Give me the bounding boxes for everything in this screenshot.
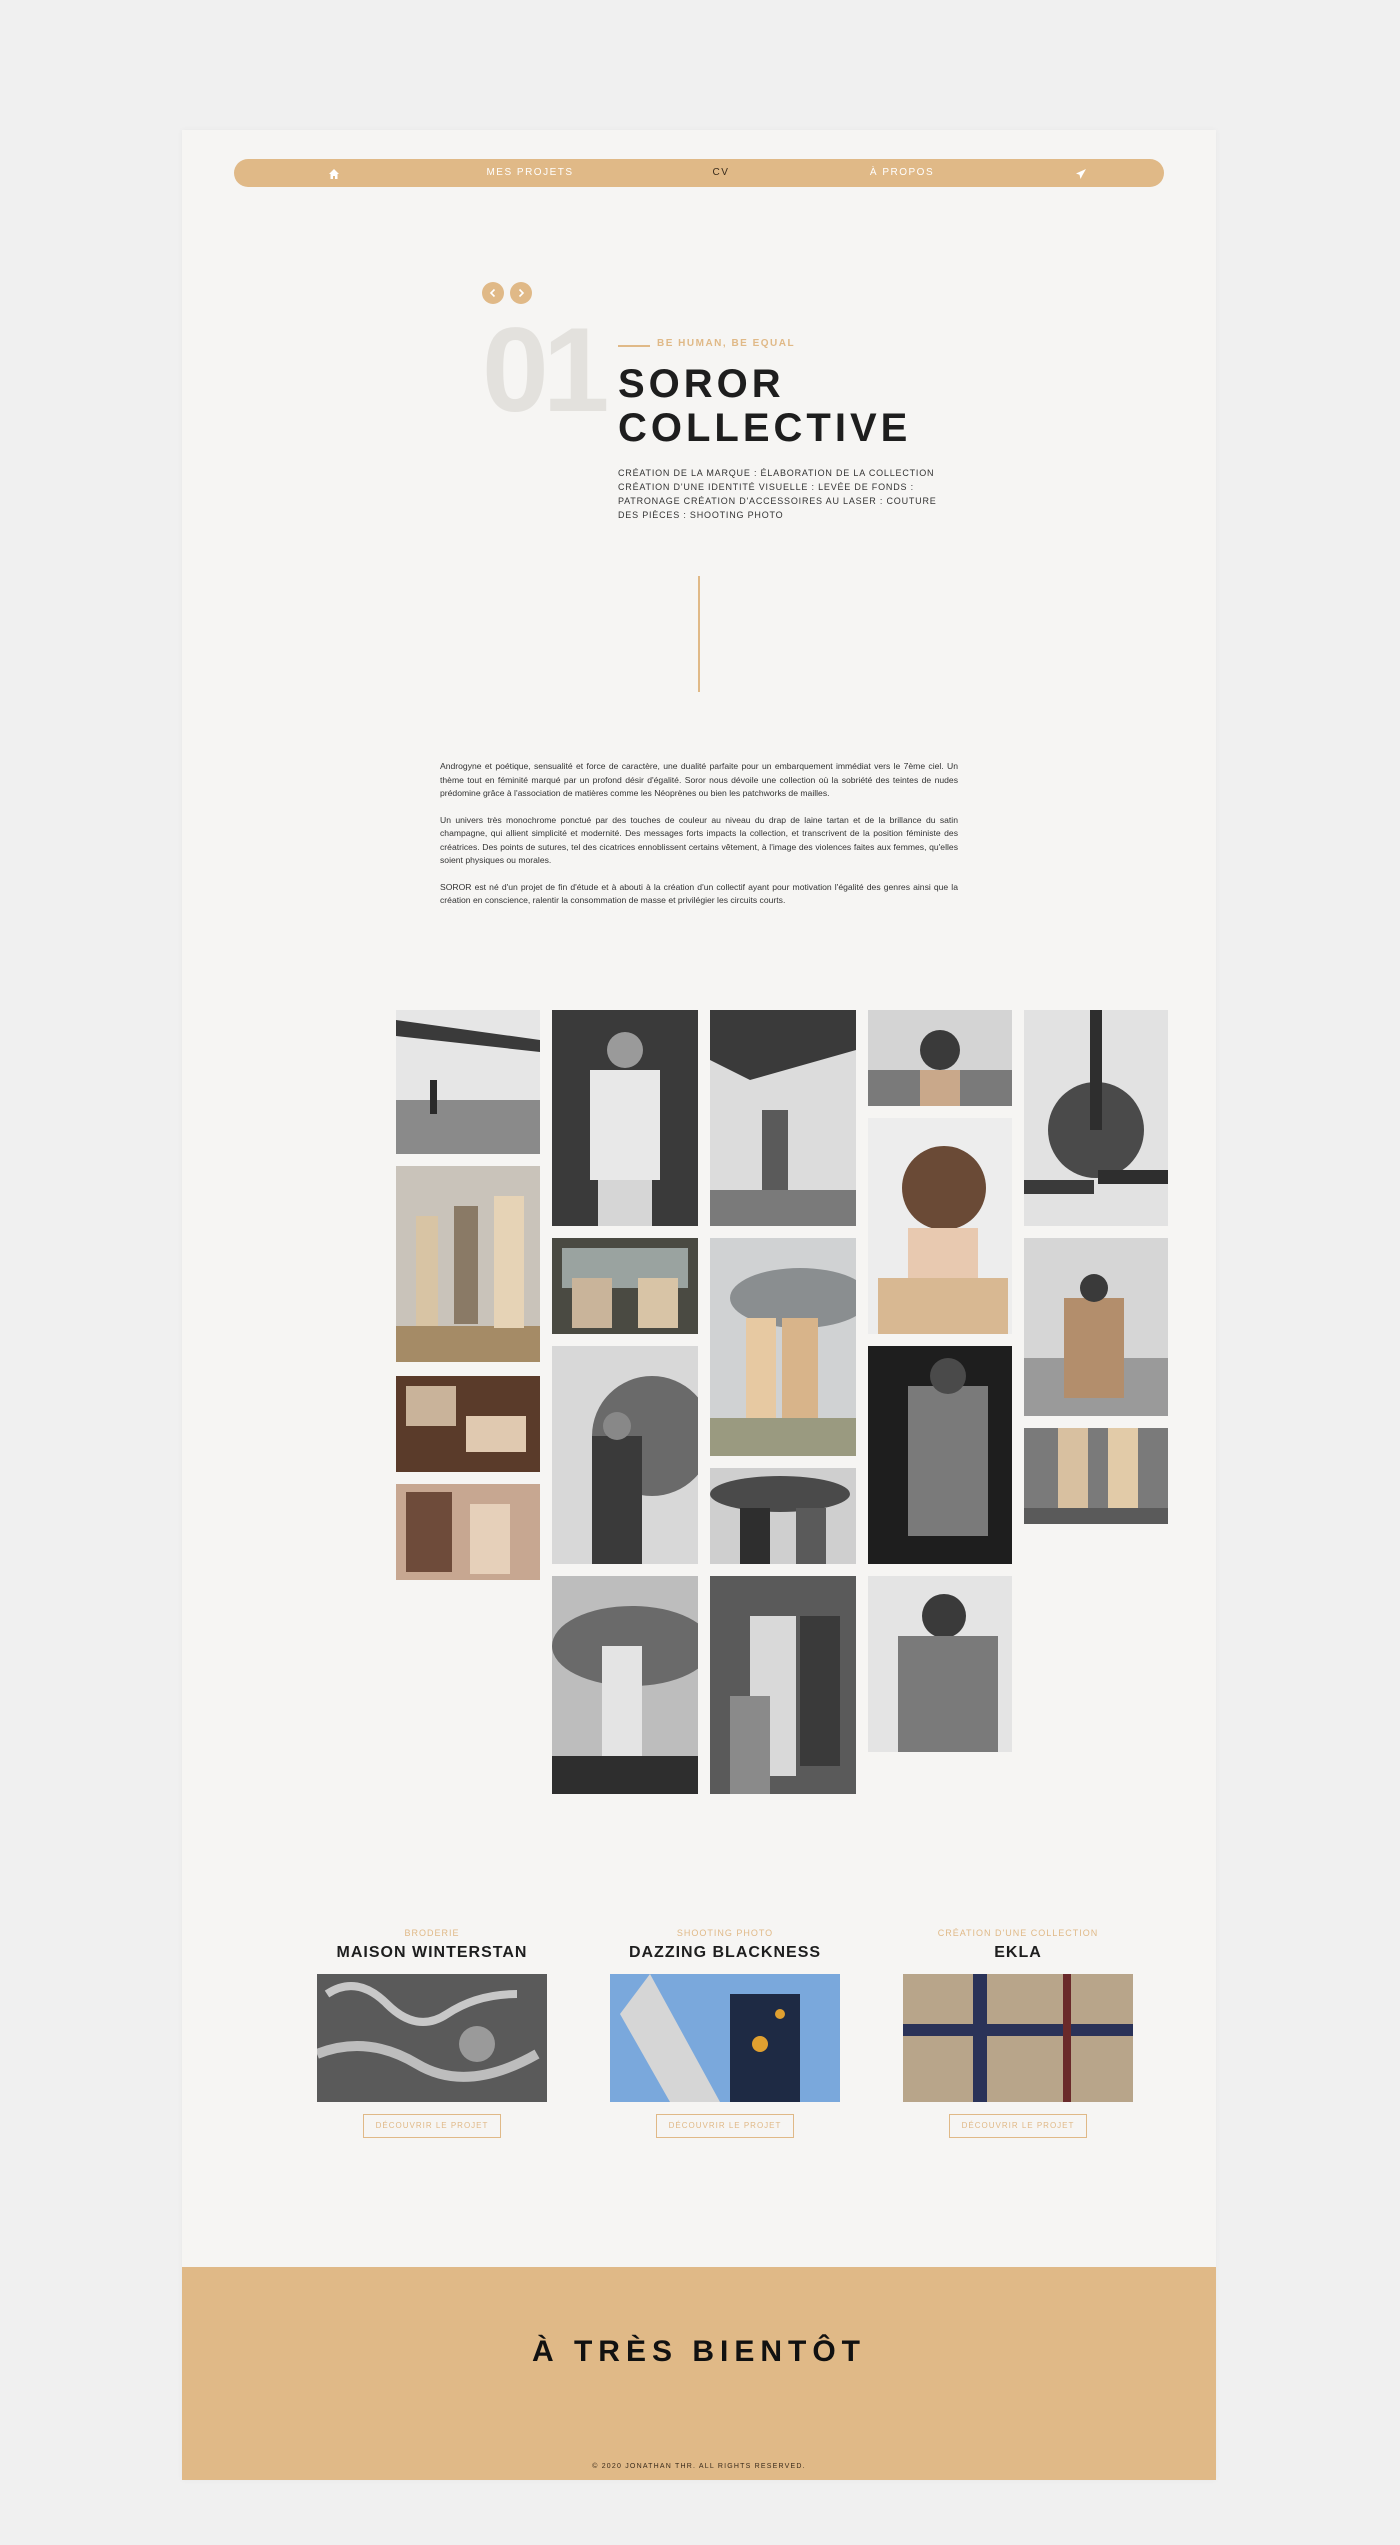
project-title-line2: COLLECTIVE [618,406,912,450]
gallery-photo[interactable] [710,1576,856,1794]
project-title: SOROR COLLECTIVE [618,362,1018,450]
footer-title: À très bientôt [531,2335,866,2368]
discover-project-button[interactable]: Découvrir le projet [949,2114,1087,2138]
gallery-photo[interactable] [396,1484,540,1580]
gallery-photo[interactable] [1024,1428,1168,1524]
related-project-thumbnail[interactable] [610,1974,840,2102]
gallery-photo[interactable] [868,1010,1012,1106]
previous-project-button[interactable] [482,282,504,304]
gallery-photo[interactable] [868,1346,1012,1564]
related-project-title: Maison Winterstan [336,1944,528,1961]
next-project-button[interactable] [510,282,532,304]
gallery-photo[interactable] [552,1010,698,1226]
gallery-photo[interactable] [552,1238,698,1334]
description-paragraph: Androgyne et poétique, sensualité et for… [440,761,958,798]
gallery-photo[interactable] [868,1576,1012,1752]
related-project-card: Création d'une collection EKLA Découvrir… [903,1928,1133,2138]
vertical-divider [698,576,700,692]
related-project-title: Dazzing Blackness [628,1944,822,1961]
description-paragraph: SOROR est né d'un projet de fin d'étude … [440,881,958,906]
related-project-category: Shooting photo [676,1928,774,1938]
related-project-card: Broderie Maison Winterstan Découvrir le … [317,1928,547,2138]
gallery-photo[interactable] [868,1118,1012,1334]
gallery-photo[interactable] [710,1010,856,1226]
top-nav: Mes projets CV À propos [234,159,1164,187]
nav-item-cv[interactable]: CV [713,159,730,187]
tagline-rule [618,345,650,347]
related-project-thumbnail[interactable] [903,1974,1133,2102]
discover-project-button[interactable]: Découvrir le projet [656,2114,794,2138]
gallery-photo[interactable] [552,1576,698,1794]
related-project-thumbnail[interactable] [317,1974,547,2102]
project-number: 01 [482,303,610,437]
gallery-photo[interactable] [710,1238,856,1456]
page: Mes projets CV À propos 01 Be human, be … [182,130,1216,2480]
discover-project-button[interactable]: Découvrir le projet [363,2114,501,2138]
project-services: Création de la marque : élaboration de l… [618,468,937,520]
gallery-photo[interactable] [710,1468,856,1564]
nav-item-projects[interactable]: Mes projets [486,159,573,187]
gallery-photo[interactable] [1024,1010,1168,1226]
related-project-title: EKLA [994,1944,1042,1961]
project-tagline: Be human, be equal [657,338,796,349]
related-project-card: Shooting photo Dazzing Blackness Découvr… [610,1928,840,2138]
project-title-line1: SOROR [618,362,785,406]
project-description: Androgyne et poétique, sensualité et for… [440,760,958,921]
related-project-category: Création d'une collection [937,1928,1099,1938]
footer: À très bientôt © 2020 Jonathan THR. All … [182,2267,1216,2480]
paper-plane-icon[interactable] [1075,167,1087,179]
chevron-right-icon [518,288,525,298]
description-paragraph: Un univers très monochrome ponctué par d… [440,814,958,866]
gallery-photo[interactable] [396,1166,540,1362]
gallery-photo[interactable] [552,1346,698,1564]
gallery-photo[interactable] [1024,1238,1168,1416]
chevron-left-icon [489,288,496,298]
nav-item-about[interactable]: À propos [870,159,934,187]
footer-copyright: © 2020 Jonathan THR. All rights reserved… [592,2463,806,2470]
home-icon[interactable] [328,167,340,179]
gallery-photo[interactable] [396,1376,540,1472]
gallery-photo[interactable] [396,1010,540,1154]
related-project-category: Broderie [404,1928,460,1938]
